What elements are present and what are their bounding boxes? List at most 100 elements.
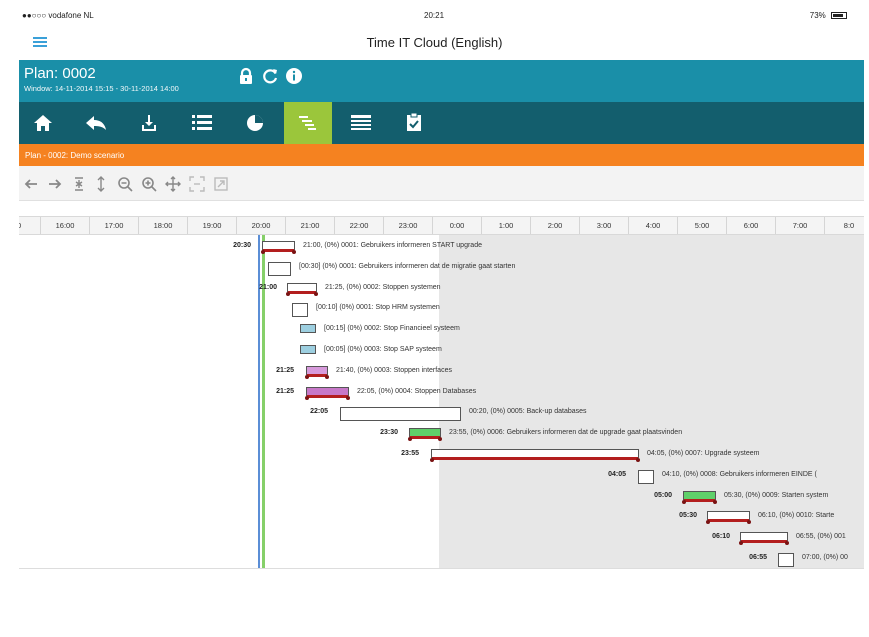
task-bar[interactable] xyxy=(340,407,461,422)
task-bar[interactable] xyxy=(430,449,640,462)
timeline-tick: :00 xyxy=(19,217,41,234)
timeline-tick: 5:00 xyxy=(678,217,727,234)
timeline-tick: 3:00 xyxy=(580,217,629,234)
task-bar[interactable] xyxy=(305,365,329,379)
download-button[interactable] xyxy=(125,102,173,144)
timeline-tick: 21:00 xyxy=(286,217,335,234)
task-label: 23:55, (0%) 0006: Gebruikers informeren … xyxy=(449,429,683,437)
checklist-button[interactable] xyxy=(390,102,438,144)
task-start-time: 20:30 xyxy=(233,242,251,249)
arrow-left-icon[interactable] xyxy=(23,176,39,192)
home-icon xyxy=(34,115,52,131)
task-label: [00:30] (0%) 0001: Gebruikers informeren… xyxy=(299,262,516,270)
task-bar[interactable] xyxy=(305,386,350,400)
back-icon xyxy=(86,116,106,130)
task-bar[interactable] xyxy=(261,241,296,254)
info-icon[interactable] xyxy=(285,67,303,85)
task-start-time: 21:25 xyxy=(276,387,294,395)
plan-window: Window: 14-11-2014 15:15 - 30-11-2014 14… xyxy=(24,84,179,93)
task-progress xyxy=(741,540,787,544)
gantt-icon xyxy=(299,116,316,130)
timeline-tick: 6:00 xyxy=(727,217,776,234)
move-icon[interactable] xyxy=(165,176,181,192)
task-start-time: 23:30 xyxy=(380,429,398,437)
refresh-icon[interactable] xyxy=(261,67,279,85)
pie-chart-icon xyxy=(247,115,263,131)
timeline-tick: 16:00 xyxy=(41,217,90,234)
task-progress xyxy=(307,373,327,377)
back-button[interactable] xyxy=(72,102,120,144)
task-bar[interactable] xyxy=(682,490,717,504)
pie-chart-button[interactable] xyxy=(231,102,279,144)
task-progress xyxy=(684,498,715,502)
task-label: 21:00, (0%) 0001: Gebruikers informeren … xyxy=(303,242,482,249)
task-label: 06:55, (0%) 001 xyxy=(796,533,846,541)
task-bar[interactable] xyxy=(706,511,751,525)
task-progress xyxy=(432,457,638,460)
task-start-time: 06:55 xyxy=(749,554,767,561)
timeline-tick: 20:00 xyxy=(237,217,286,234)
task-handle[interactable] xyxy=(325,374,329,379)
table-icon xyxy=(351,115,371,130)
task-bar[interactable] xyxy=(638,469,654,484)
task-handle[interactable] xyxy=(346,395,350,400)
plan-title: Plan: 0002 xyxy=(24,65,96,82)
task-handle[interactable] xyxy=(305,374,309,379)
task-label: [00:10] (0%) 0001: Stop HRM systemen xyxy=(316,304,440,312)
download-icon xyxy=(142,115,156,131)
task-bar[interactable] xyxy=(408,428,442,442)
timeline-tick: 7:00 xyxy=(776,217,825,234)
gantt-button[interactable] xyxy=(284,102,332,144)
task-start-time: 06:10 xyxy=(712,533,730,541)
export-icon[interactable] xyxy=(213,176,229,192)
expand-icon[interactable] xyxy=(93,176,109,192)
zoom-in-icon[interactable] xyxy=(141,176,157,192)
task-bar[interactable] xyxy=(300,324,316,334)
task-start-time: 05:00 xyxy=(654,491,672,499)
task-handle[interactable] xyxy=(430,458,434,462)
arrow-right-icon[interactable] xyxy=(47,176,63,192)
task-label: 07:00, (0%) 00 xyxy=(802,554,848,561)
home-button[interactable] xyxy=(19,102,67,144)
gantt-chart: 21:00, (0%) 0001: Gebruikers informeren … xyxy=(19,235,864,568)
timeline-tick: 8:0 xyxy=(825,217,864,234)
app-title: Time IT Cloud (English) xyxy=(366,35,503,50)
task-handle[interactable] xyxy=(286,291,290,296)
task-handle[interactable] xyxy=(682,499,686,504)
lock-icon[interactable] xyxy=(237,67,255,85)
fit-icon[interactable] xyxy=(189,176,205,192)
task-bar[interactable] xyxy=(739,532,789,546)
battery-indicator: 73% xyxy=(810,11,847,20)
task-handle[interactable] xyxy=(261,250,265,254)
carrier-text: ●●○○○ vodafone NL xyxy=(22,11,94,20)
timeline-tick: 23:00 xyxy=(384,217,433,234)
list-button[interactable] xyxy=(178,102,226,144)
task-handle[interactable] xyxy=(314,291,318,296)
task-bar[interactable] xyxy=(292,303,308,318)
status-bar: ●●○○○ vodafone NL 20:21 73% xyxy=(0,0,869,28)
divider xyxy=(19,568,864,569)
task-start-time: 23:55 xyxy=(401,450,419,457)
task-start-time: 21:25 xyxy=(276,366,294,374)
breadcrumb: Plan - 0002: Demo scenario xyxy=(19,144,864,166)
collapse-icon[interactable] xyxy=(71,176,87,192)
task-bar[interactable] xyxy=(268,261,291,276)
task-label: [00:05] (0%) 0003: Stop SAP systeem xyxy=(324,346,442,353)
list-icon xyxy=(192,115,212,130)
table-button[interactable] xyxy=(337,102,385,144)
task-handle[interactable] xyxy=(713,499,717,504)
task-handle[interactable] xyxy=(292,250,296,254)
zoom-out-icon[interactable] xyxy=(117,176,133,192)
task-bar[interactable] xyxy=(300,345,316,354)
task-handle[interactable] xyxy=(305,395,309,400)
timeline-tick: 2:00 xyxy=(531,217,580,234)
task-handle[interactable] xyxy=(636,458,640,462)
battery-percent: 73% xyxy=(809,11,826,20)
timeline-tick: 0:00 xyxy=(433,217,482,234)
task-bar[interactable] xyxy=(778,553,794,567)
checklist-icon xyxy=(407,113,421,131)
plan-actions xyxy=(237,67,303,85)
battery-icon xyxy=(831,12,847,19)
task-bar[interactable] xyxy=(286,282,318,296)
task-handle[interactable] xyxy=(408,437,412,442)
